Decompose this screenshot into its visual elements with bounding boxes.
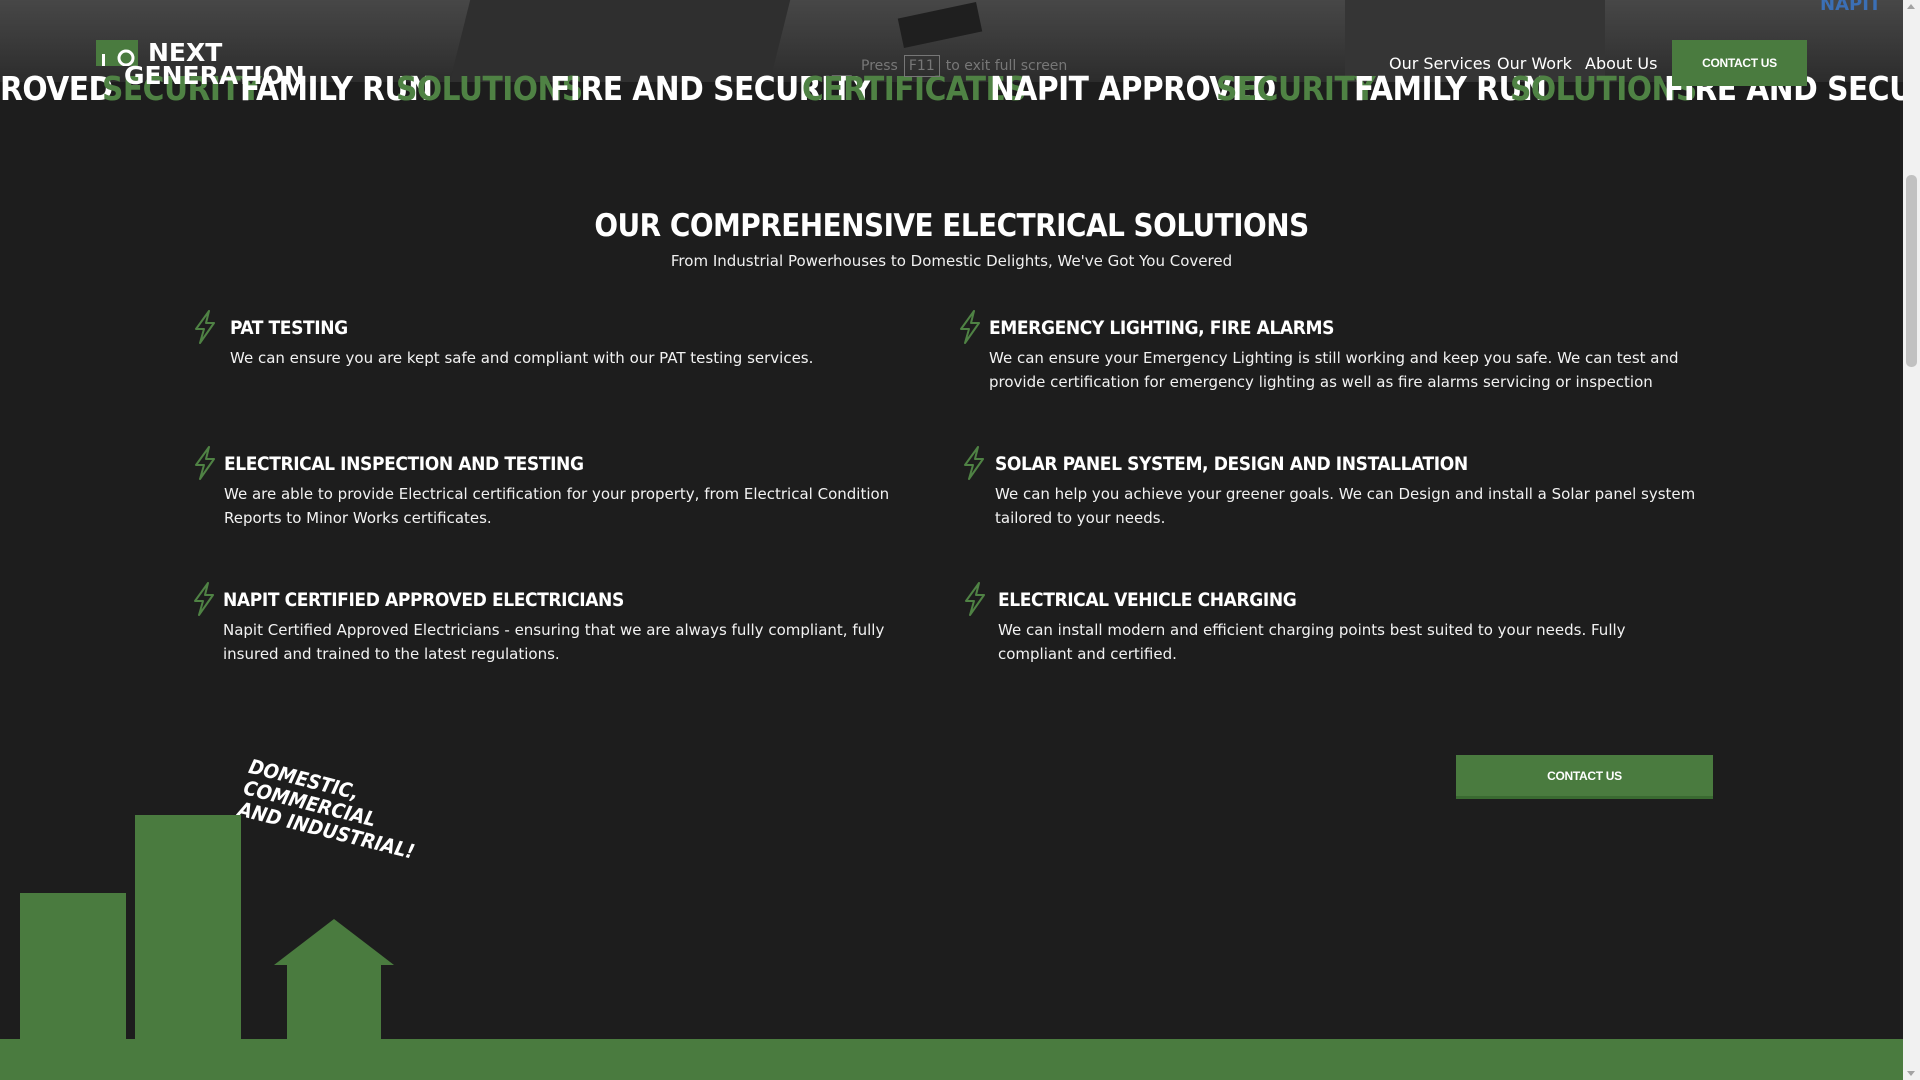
contact-us-button-secondary[interactable]: CONTACT US — [1456, 755, 1713, 799]
service-description: Napit Certified Approved Electricians - … — [223, 621, 885, 663]
service-description: We can ensure your Emergency Lighting is… — [989, 349, 1679, 391]
service-description: We can ensure you are kept safe and comp… — [230, 349, 814, 367]
hero-photo-shape — [897, 2, 983, 48]
logo-text: GENERATION — [124, 61, 305, 90]
service-title: ELECTRICAL VEHICLE CHARGING — [998, 589, 1297, 611]
nav-link-about-us[interactable]: About Us — [1585, 54, 1657, 73]
fullscreen-hint: Press F11 to exit full screen — [861, 55, 1068, 77]
logo[interactable]: NEXT GENERATION — [96, 40, 336, 90]
fullscreen-hint-key: F11 — [903, 55, 940, 77]
service-description: We can help you achieve your greener goa… — [995, 485, 1696, 527]
section-subtitle: From Industrial Powerhouses to Domestic … — [670, 252, 1233, 270]
scrollbar-thumb[interactable] — [1906, 175, 1917, 367]
lightning-icon — [194, 582, 214, 616]
service-description: We are able to provide Electrical certif… — [224, 485, 890, 527]
tagline: DOMESTIC, COMMERCIAL AND INDUSTRIAL! — [236, 754, 446, 867]
service-title: PAT TESTING — [230, 317, 348, 339]
house-illustration — [287, 962, 381, 1039]
nav-link-our-work[interactable]: Our Work — [1497, 54, 1572, 73]
building-illustration — [135, 815, 241, 1039]
lightning-icon — [195, 310, 215, 344]
fullscreen-hint-post: to exit full screen — [945, 58, 1068, 74]
scroll-up-arrow-icon[interactable] — [1907, 4, 1915, 9]
section-title: OUR COMPREHENSIVE ELECTRICAL SOLUTIONS — [594, 208, 1309, 244]
lightning-icon — [965, 582, 985, 616]
scroll-down-arrow-icon[interactable] — [1907, 1071, 1915, 1076]
fullscreen-hint-pre: Press — [861, 58, 898, 74]
contact-us-button[interactable]: CONTACT US — [1672, 40, 1807, 86]
lightning-icon — [195, 446, 215, 480]
service-title: ELECTRICAL INSPECTION AND TESTING — [224, 453, 584, 475]
service-title: NAPIT CERTIFIED APPROVED ELECTRICIANS — [223, 589, 624, 611]
house-roof-icon — [274, 919, 394, 965]
service-description: We can install modern and efficient char… — [998, 621, 1626, 663]
lightning-icon — [960, 310, 980, 344]
nav-link-our-services[interactable]: Our Services — [1389, 54, 1491, 73]
service-title: SOLAR PANEL SYSTEM, DESIGN AND INSTALLAT… — [995, 453, 1468, 475]
napit-badge: NAPIT — [1820, 0, 1882, 15]
service-title: EMERGENCY LIGHTING, FIRE ALARMS — [989, 317, 1335, 339]
scrollbar[interactable] — [1903, 0, 1920, 1080]
lightning-icon — [964, 446, 984, 480]
footer-bar — [0, 1039, 1903, 1080]
marquee-item: SECURITY — [1216, 69, 1376, 108]
building-illustration — [20, 893, 126, 1039]
